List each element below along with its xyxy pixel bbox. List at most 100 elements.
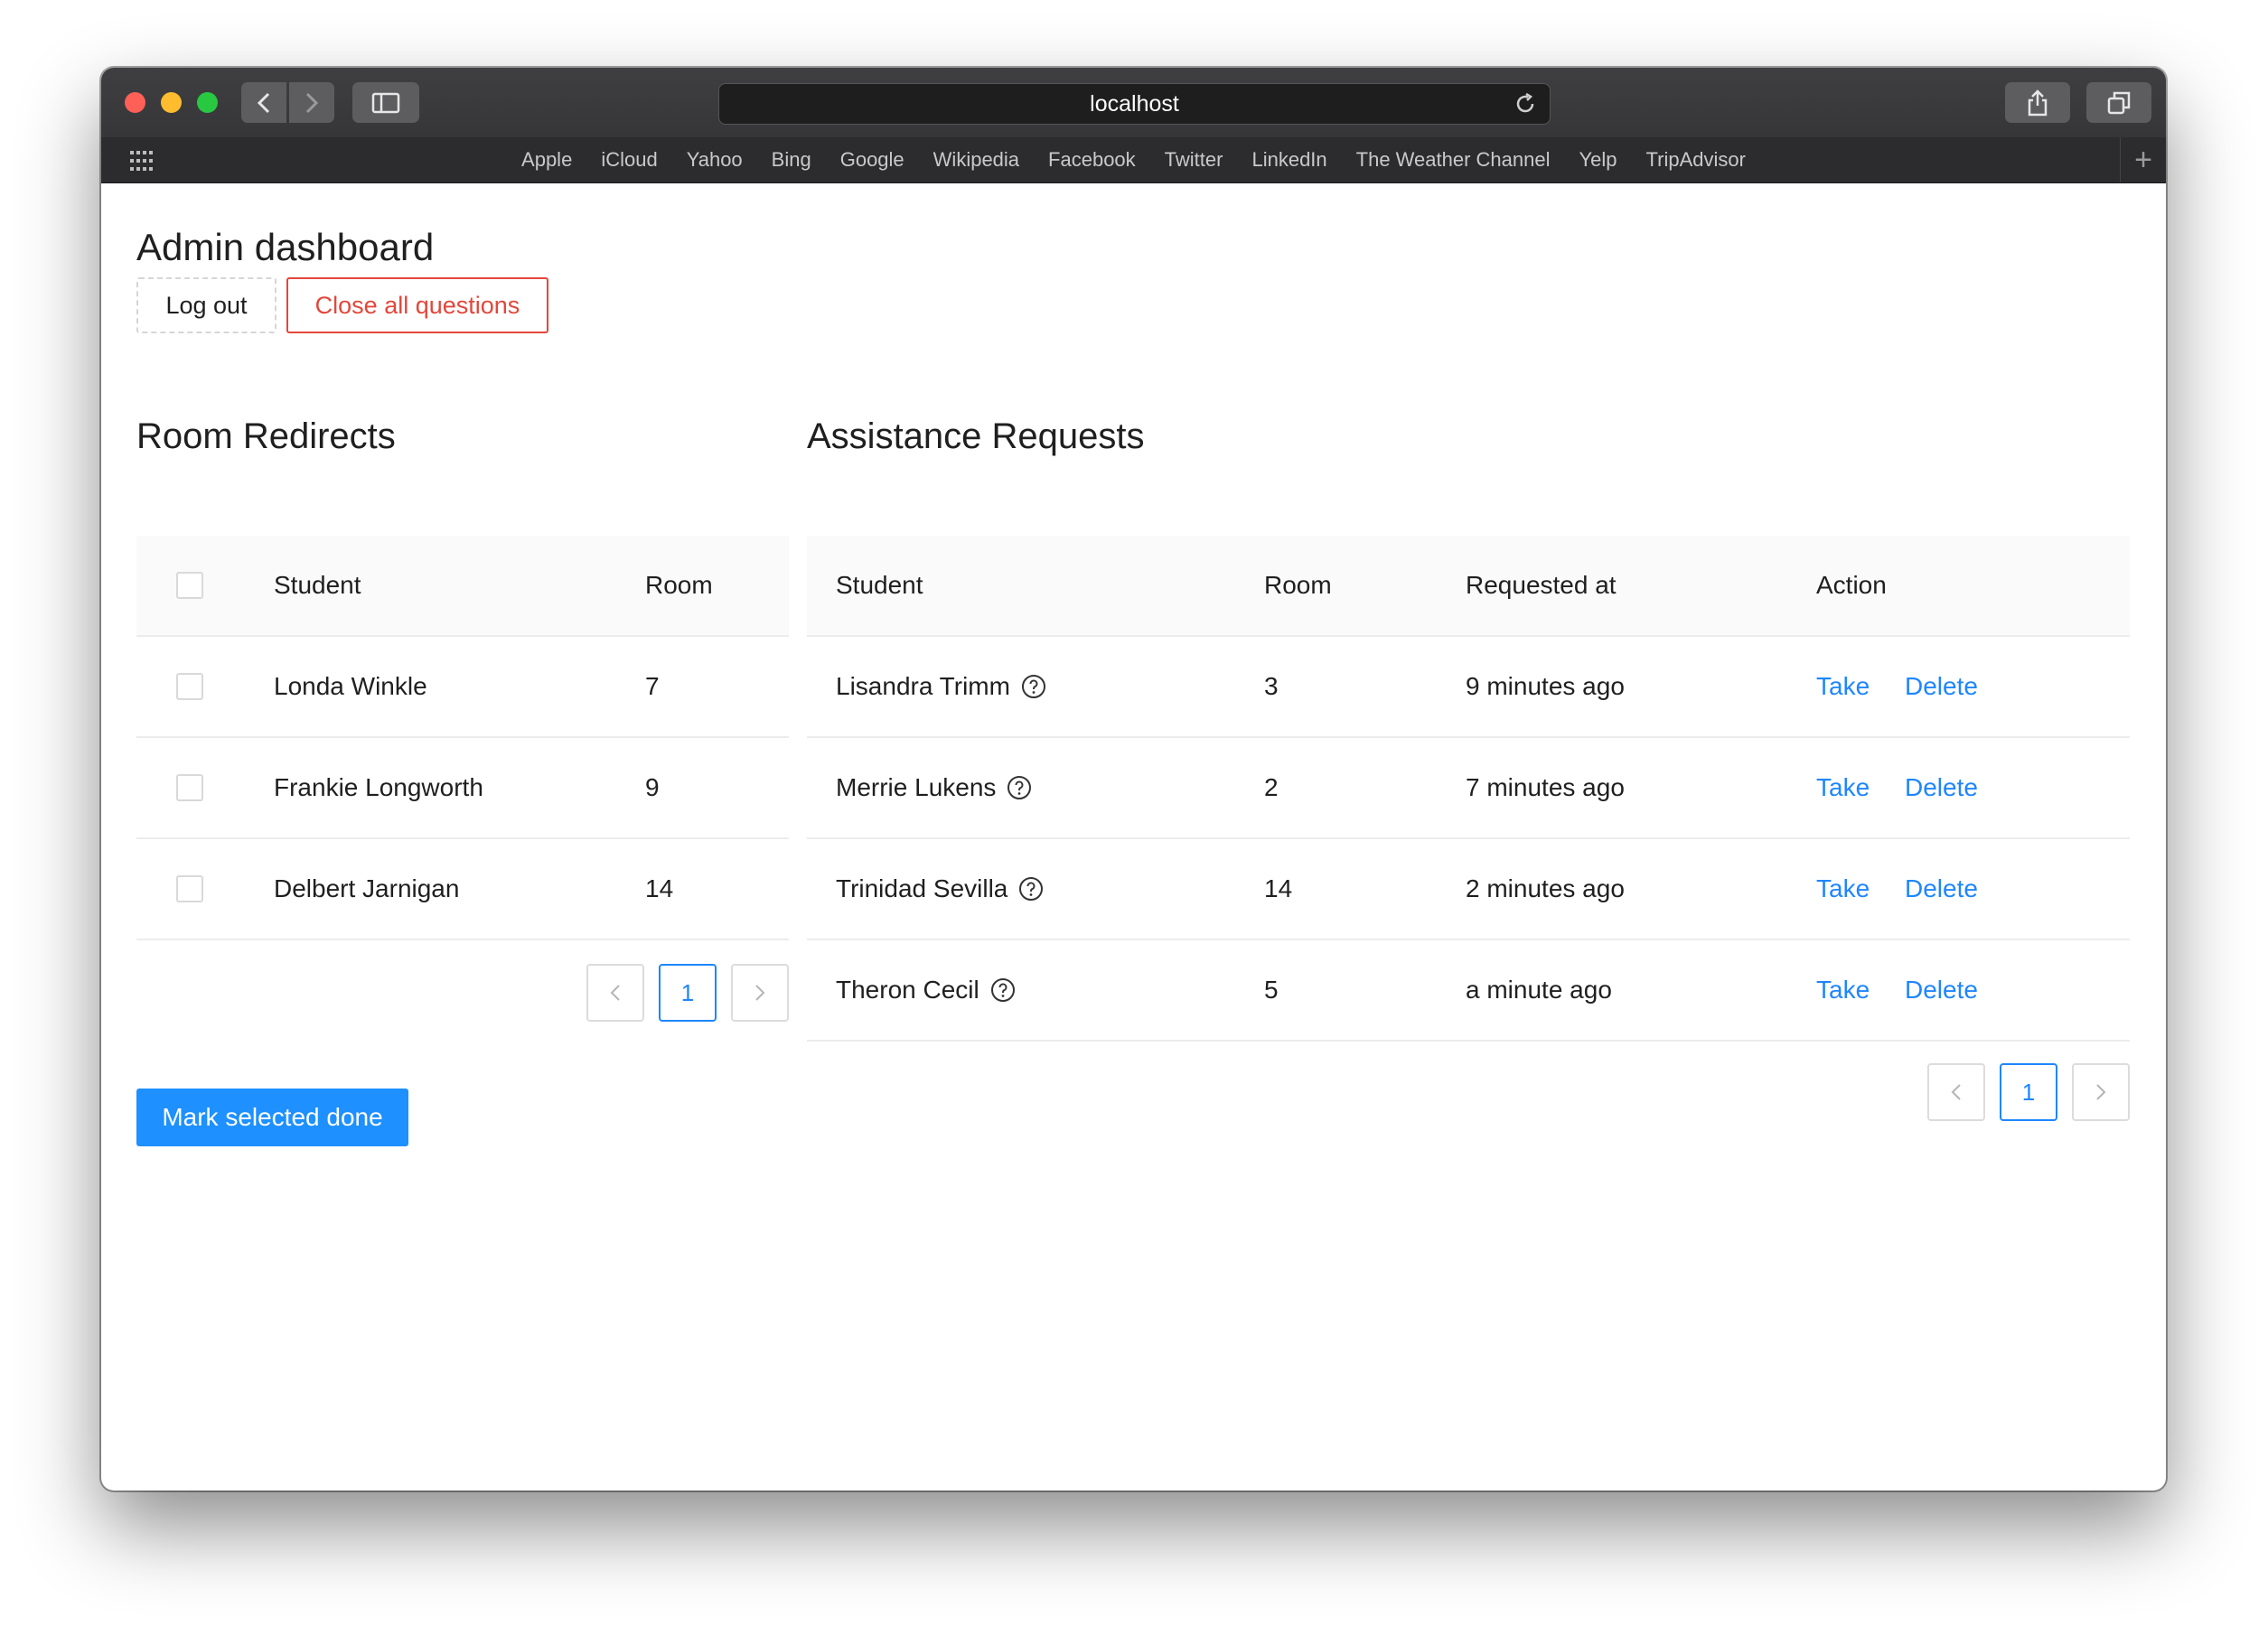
forward-chevron-icon: [305, 92, 319, 113]
take-link[interactable]: Take: [1816, 738, 1870, 837]
bookmark-weather-channel[interactable]: The Weather Channel: [1342, 148, 1565, 172]
room-number: 3: [1264, 672, 1279, 700]
next-page-button[interactable]: [2072, 1063, 2130, 1121]
take-link[interactable]: Take: [1816, 940, 1870, 1040]
maximize-window-button[interactable]: [197, 92, 218, 113]
table-header: Student Room Requested at Action: [807, 536, 2130, 637]
table-row: Londa Winkle 7: [136, 637, 789, 738]
table-row: Merrie Lukens 2 7 minutes ago Take Delet…: [807, 738, 2130, 839]
tab-overview-button[interactable]: [2086, 82, 2151, 123]
table-row: Trinidad Sevilla 14 2 minutes ago Take D…: [807, 839, 2130, 940]
requested-at: a minute ago: [1466, 976, 1612, 1004]
table-row: Lisandra Trimm 3 9 minutes ago Take Dele…: [807, 637, 2130, 738]
requested-at: 9 minutes ago: [1466, 672, 1625, 700]
header-room: Room: [1264, 571, 1332, 599]
share-icon: [2028, 89, 2048, 116]
student-name: Londa Winkle: [274, 672, 427, 700]
share-button[interactable]: [2005, 82, 2070, 123]
bookmark-facebook[interactable]: Facebook: [1034, 148, 1150, 172]
chevron-right-icon: [2096, 1084, 2106, 1100]
student-name: Delbert Jarnigan: [274, 874, 460, 902]
help-icon[interactable]: [1007, 775, 1032, 800]
bookmark-tripadvisor[interactable]: TripAdvisor: [1632, 148, 1760, 172]
table-header: Student Room: [136, 536, 789, 637]
add-bookmark-button[interactable]: +: [2120, 137, 2166, 182]
logout-button[interactable]: Log out: [136, 277, 276, 333]
row-checkbox[interactable]: [176, 875, 203, 902]
close-window-button[interactable]: [125, 92, 145, 113]
url-text: localhost: [1090, 90, 1179, 117]
tabs-icon: [2107, 91, 2131, 114]
delete-link[interactable]: Delete: [1905, 839, 1978, 939]
browser-window: localhost Apple iCloud Yahoo Bing Google…: [101, 68, 2166, 1490]
bookmark-wikipedia[interactable]: Wikipedia: [919, 148, 1034, 172]
close-all-questions-button[interactable]: Close all questions: [286, 277, 548, 333]
chevron-left-icon: [1951, 1084, 1961, 1100]
page-button-1[interactable]: 1: [659, 964, 717, 1022]
delete-link[interactable]: Delete: [1905, 940, 1978, 1040]
forward-button[interactable]: [289, 82, 334, 123]
chevron-right-icon: [755, 985, 765, 1001]
page-title: Admin dashboard: [136, 226, 435, 268]
room-number: 14: [645, 874, 674, 902]
prev-page-button[interactable]: [586, 964, 644, 1022]
requested-at: 2 minutes ago: [1466, 874, 1625, 902]
chevron-left-icon: [610, 985, 620, 1001]
address-bar[interactable]: localhost: [718, 83, 1551, 125]
row-checkbox[interactable]: [176, 774, 203, 801]
room-redirects-table: Student Room Londa Winkle 7 Frankie Long…: [136, 536, 789, 940]
mark-selected-done-button[interactable]: Mark selected done: [136, 1089, 408, 1146]
student-cell: Theron Cecil: [836, 940, 1016, 1040]
minimize-window-button[interactable]: [161, 92, 182, 113]
header-student: Student: [274, 571, 361, 599]
bookmark-linkedin[interactable]: LinkedIn: [1237, 148, 1341, 172]
header-room: Room: [645, 571, 713, 599]
sidebar-toggle-button[interactable]: [352, 82, 419, 123]
take-link[interactable]: Take: [1816, 839, 1870, 939]
room-number: 5: [1264, 976, 1279, 1004]
reload-icon[interactable]: [1514, 92, 1537, 116]
bookmark-google[interactable]: Google: [826, 148, 919, 172]
room-number: 7: [645, 672, 660, 700]
page-button-1[interactable]: 1: [2000, 1063, 2057, 1121]
help-icon[interactable]: [1018, 876, 1044, 902]
header-action: Action: [1816, 571, 1887, 599]
assistance-requests-title: Assistance Requests: [807, 416, 1145, 456]
student-cell: Trinidad Sevilla: [836, 839, 1044, 939]
student-name: Merrie Lukens: [836, 773, 997, 801]
bookmark-yahoo[interactable]: Yahoo: [672, 148, 757, 172]
bookmarks-bar: Apple iCloud Yahoo Bing Google Wikipedia…: [101, 137, 2166, 183]
table-row: Theron Cecil 5 a minute ago Take Delete: [807, 940, 2130, 1042]
student-cell: Lisandra Trimm: [836, 637, 1046, 736]
title-bar: localhost: [101, 68, 2166, 138]
prev-page-button[interactable]: [1927, 1063, 1985, 1121]
bookmark-list: Apple iCloud Yahoo Bing Google Wikipedia…: [101, 137, 2166, 182]
room-redirects-title: Room Redirects: [136, 416, 396, 456]
bookmark-icloud[interactable]: iCloud: [586, 148, 671, 172]
row-checkbox[interactable]: [176, 673, 203, 700]
header-requested-at: Requested at: [1466, 571, 1617, 599]
bookmark-twitter[interactable]: Twitter: [1150, 148, 1238, 172]
table-row: Delbert Jarnigan 14: [136, 839, 789, 940]
room-number: 9: [645, 773, 660, 801]
room-number: 2: [1264, 773, 1279, 801]
back-chevron-icon: [257, 92, 270, 113]
delete-link[interactable]: Delete: [1905, 738, 1978, 837]
help-icon[interactable]: [1021, 674, 1046, 699]
bookmark-apple[interactable]: Apple: [507, 148, 586, 172]
take-link[interactable]: Take: [1816, 637, 1870, 736]
student-name: Theron Cecil: [836, 976, 979, 1004]
back-button[interactable]: [241, 82, 286, 123]
help-icon[interactable]: [990, 977, 1016, 1003]
student-name: Frankie Longworth: [274, 773, 483, 801]
requested-at: 7 minutes ago: [1466, 773, 1625, 801]
student-name: Trinidad Sevilla: [836, 874, 1008, 902]
next-page-button[interactable]: [731, 964, 789, 1022]
bookmark-bing[interactable]: Bing: [757, 148, 826, 172]
delete-link[interactable]: Delete: [1905, 637, 1978, 736]
table-row: Frankie Longworth 9: [136, 738, 789, 839]
select-all-checkbox[interactable]: [176, 572, 203, 599]
assistance-requests-table: Student Room Requested at Action Lisandr…: [807, 536, 2130, 1042]
bookmark-yelp[interactable]: Yelp: [1565, 148, 1632, 172]
header-student: Student: [836, 571, 923, 599]
